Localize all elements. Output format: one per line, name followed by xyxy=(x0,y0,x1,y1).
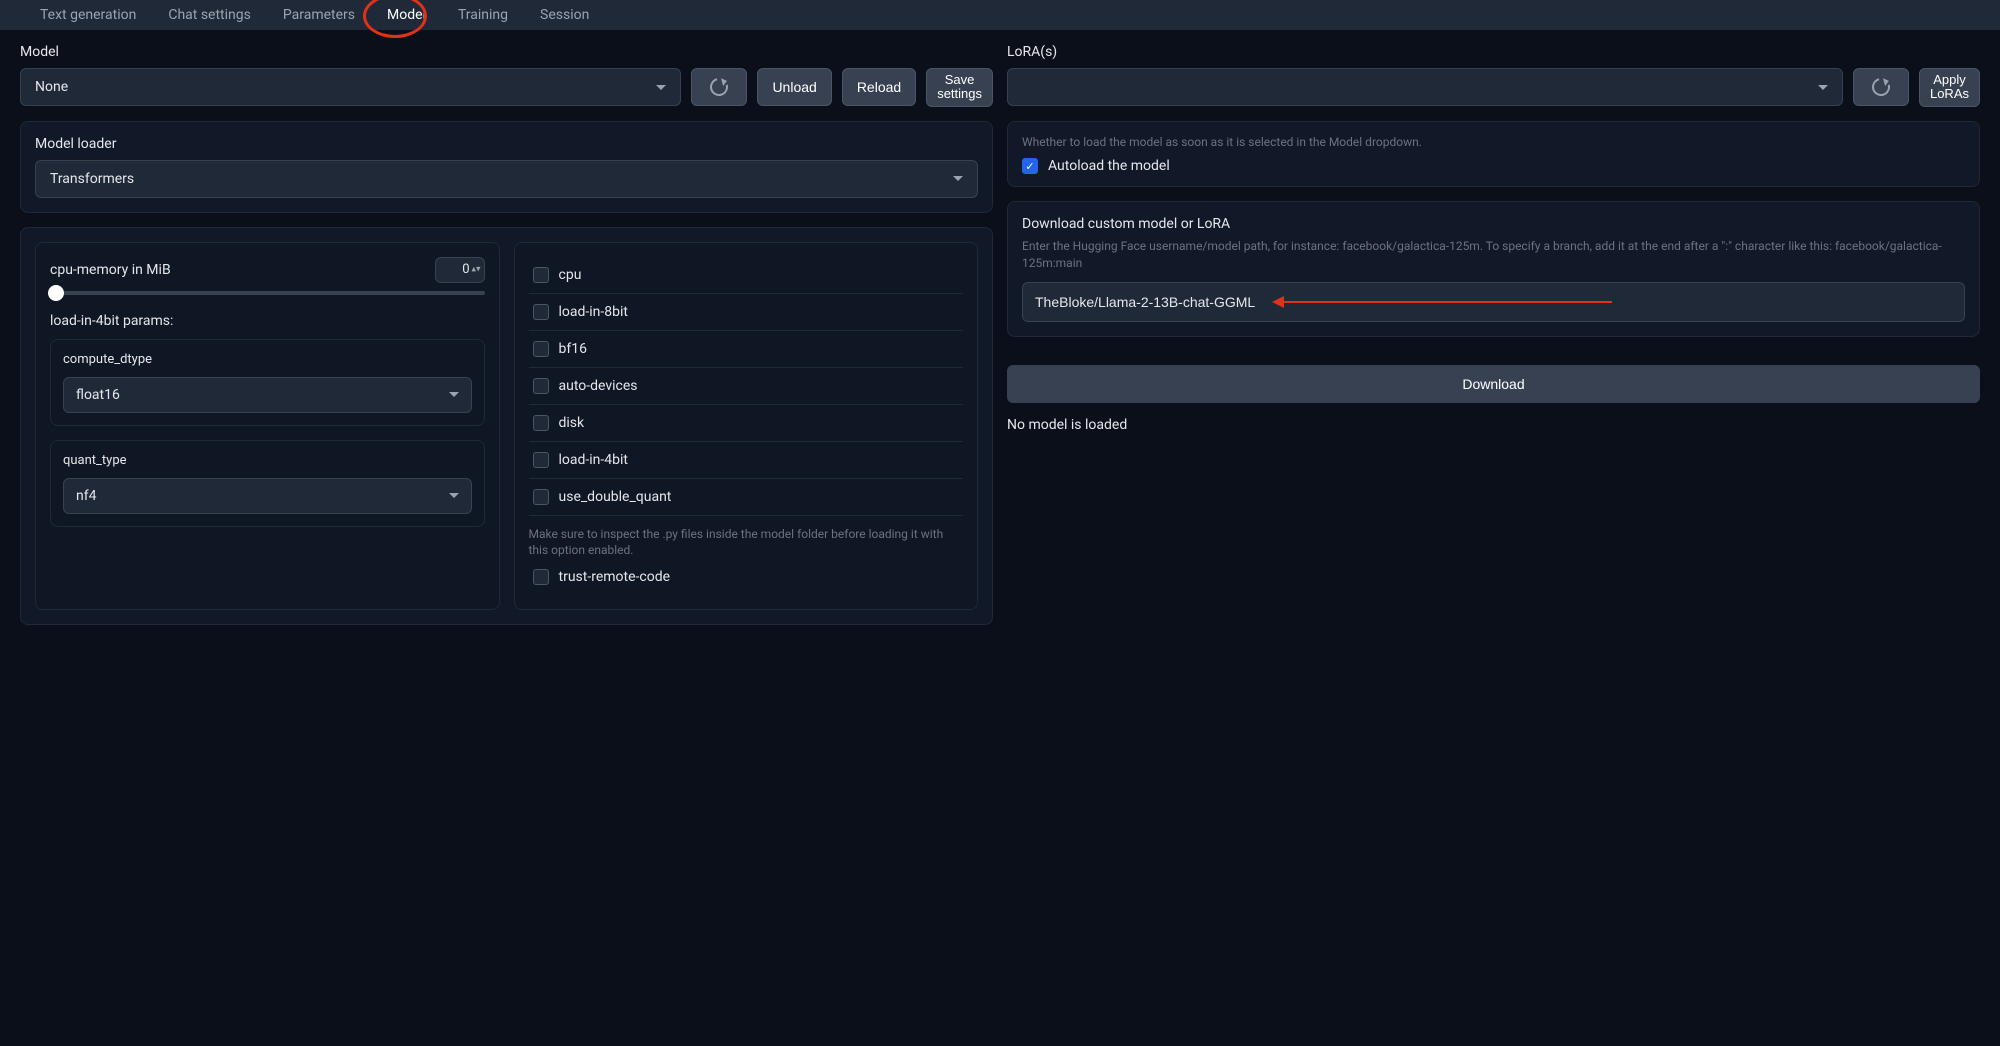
model-dropdown-value: None xyxy=(35,79,68,95)
model-loader-dropdown[interactable]: Transformers xyxy=(35,160,978,198)
chevron-down-icon xyxy=(449,493,459,498)
check-row-cpu[interactable]: cpu xyxy=(529,257,964,294)
save-settings-button[interactable]: Save settings xyxy=(926,68,993,107)
checkbox-use-double-quant[interactable] xyxy=(533,489,549,505)
chevron-down-icon xyxy=(449,392,459,397)
loader-options-panel: cpu-memory in MiB 0 ▴▾ load-in-4bit para… xyxy=(20,227,993,626)
checkbox-load-in-4bit[interactable] xyxy=(533,452,549,468)
tab-session[interactable]: Session xyxy=(524,0,605,30)
download-button[interactable]: Download xyxy=(1007,365,1980,403)
model-loader-label: Model loader xyxy=(35,136,978,152)
cpu-memory-slider[interactable] xyxy=(50,291,485,295)
checkbox-autoload[interactable]: ✓ xyxy=(1022,158,1038,174)
load4bit-params-label: load-in-4bit params: xyxy=(50,313,485,329)
reload-button[interactable]: Reload xyxy=(842,68,916,106)
refresh-loras-button[interactable] xyxy=(1853,68,1909,106)
check-row-bf16[interactable]: bf16 xyxy=(529,331,964,368)
tab-training[interactable]: Training xyxy=(442,0,524,30)
compute-dtype-label: compute_dtype xyxy=(63,352,472,367)
tab-model-label: Model xyxy=(387,7,426,23)
checkbox-trust-remote-code[interactable] xyxy=(533,569,549,585)
download-panel: Download custom model or LoRA Enter the … xyxy=(1007,201,1980,337)
trust-remote-code-hint: Make sure to inspect the .py files insid… xyxy=(529,526,964,560)
checkbox-disk[interactable] xyxy=(533,415,549,431)
check-row-load-in-4bit[interactable]: load-in-4bit xyxy=(529,442,964,479)
loras-label: LoRA(s) xyxy=(1007,44,1980,60)
check-row-disk[interactable]: disk xyxy=(529,405,964,442)
loader-options-right: cpu load-in-8bit bf16 auto-devices xyxy=(514,242,979,611)
compute-dtype-dropdown[interactable]: float16 xyxy=(63,377,472,413)
tab-parameters[interactable]: Parameters xyxy=(267,0,371,30)
model-dropdown[interactable]: None xyxy=(20,68,681,106)
checkbox-cpu[interactable] xyxy=(533,267,549,283)
chevron-down-icon xyxy=(1818,85,1828,90)
quant-type-label: quant_type xyxy=(63,453,472,468)
check-row-auto-devices[interactable]: auto-devices xyxy=(529,368,964,405)
model-loader-value: Transformers xyxy=(50,171,134,187)
chevron-down-icon xyxy=(656,85,666,90)
refresh-icon xyxy=(1869,75,1894,100)
model-label: Model xyxy=(20,44,993,60)
check-row-load-in-8bit[interactable]: load-in-8bit xyxy=(529,294,964,331)
checkbox-auto-devices[interactable] xyxy=(533,378,549,394)
compute-dtype-panel: compute_dtype float16 xyxy=(50,339,485,426)
download-hint: Enter the Hugging Face username/model pa… xyxy=(1022,238,1965,272)
cpu-memory-value[interactable]: 0 ▴▾ xyxy=(435,257,485,283)
tab-chat-settings[interactable]: Chat settings xyxy=(152,0,267,30)
refresh-icon xyxy=(707,75,732,100)
stepper-icon: ▴▾ xyxy=(471,266,480,273)
model-status: No model is loaded xyxy=(1007,417,1980,433)
quant-type-panel: quant_type nf4 xyxy=(50,440,485,527)
tab-text-generation[interactable]: Text generation xyxy=(24,0,152,30)
loader-options-left: cpu-memory in MiB 0 ▴▾ load-in-4bit para… xyxy=(35,242,500,611)
chevron-down-icon xyxy=(953,176,963,181)
download-heading: Download custom model or LoRA xyxy=(1022,216,1965,232)
tab-model[interactable]: Model xyxy=(371,0,442,30)
apply-loras-button[interactable]: Apply LoRAs xyxy=(1919,68,1980,107)
loras-dropdown[interactable] xyxy=(1007,68,1843,106)
autoload-panel: Whether to load the model as soon as it … xyxy=(1007,121,1980,188)
tabs-bar: Text generation Chat settings Parameters… xyxy=(0,0,2000,30)
autoload-row[interactable]: ✓ Autoload the model xyxy=(1022,158,1965,174)
slider-thumb[interactable] xyxy=(48,285,64,301)
quant-type-dropdown[interactable]: nf4 xyxy=(63,478,472,514)
model-loader-panel: Model loader Transformers xyxy=(20,121,993,213)
check-row-use-double-quant[interactable]: use_double_quant xyxy=(529,479,964,516)
cpu-memory-label: cpu-memory in MiB xyxy=(50,262,171,278)
download-input[interactable] xyxy=(1022,282,1965,322)
unload-button[interactable]: Unload xyxy=(757,68,831,106)
refresh-models-button[interactable] xyxy=(691,68,747,106)
autoload-hint: Whether to load the model as soon as it … xyxy=(1022,134,1965,151)
checkbox-load-in-8bit[interactable] xyxy=(533,304,549,320)
check-row-trust-remote-code[interactable]: trust-remote-code xyxy=(529,569,964,595)
checkbox-bf16[interactable] xyxy=(533,341,549,357)
